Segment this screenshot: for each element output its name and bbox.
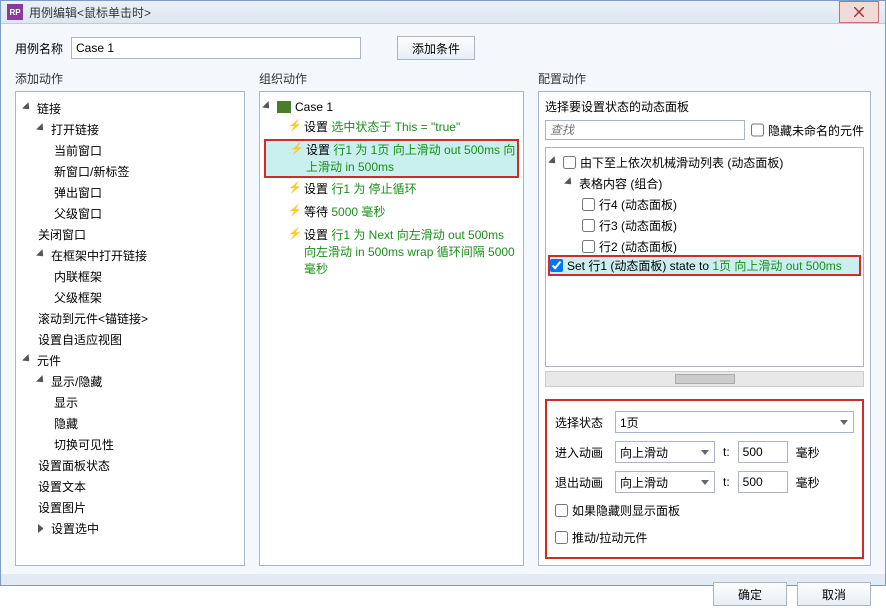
config-box: 选择状态 1页 进入动画 向上滑动 t: 毫秒 退出动 xyxy=(545,399,864,559)
tree-adaptive[interactable]: 设置自适应视图 xyxy=(20,329,240,350)
content: 用例名称 添加条件 添加动作 链接 打开链接 当前窗口 新窗口/新标签 弹出窗口… xyxy=(1,24,885,574)
select-state-label: 选择状态 xyxy=(555,414,607,431)
tree-parent-window[interactable]: 父级窗口 xyxy=(20,203,240,224)
t-label: t: xyxy=(723,445,730,459)
left-column: 添加动作 链接 打开链接 当前窗口 新窗口/新标签 弹出窗口 父级窗口 关闭窗口… xyxy=(15,70,245,566)
select-state[interactable]: 1页 xyxy=(615,411,854,433)
mid-column: 组织动作 Case 1 ⚡设置 选中状态于 This = "true" ⚡设置 … xyxy=(259,70,524,566)
left-panel: 链接 打开链接 当前窗口 新窗口/新标签 弹出窗口 父级窗口 关闭窗口 在框架中… xyxy=(15,91,245,566)
columns: 添加动作 链接 打开链接 当前窗口 新窗口/新标签 弹出窗口 父级窗口 关闭窗口… xyxy=(15,70,871,566)
enter-anim-time[interactable] xyxy=(738,441,788,463)
plist-row2[interactable]: 行2 (动态面板) xyxy=(550,236,859,257)
caret-icon xyxy=(548,156,561,169)
tree-panel-state[interactable]: 设置面板状态 xyxy=(20,455,240,476)
right-panel: 选择要设置状态的动态面板 隐藏未命名的元件 由下至上依次机械滑动列表 (动态面板… xyxy=(538,91,871,566)
close-button[interactable] xyxy=(839,1,879,23)
enter-anim-select[interactable]: 向上滑动 xyxy=(615,441,715,463)
tree-show-hide[interactable]: 显示/隐藏 xyxy=(20,371,240,392)
caret-icon xyxy=(36,249,49,262)
tree-new-window[interactable]: 新窗口/新标签 xyxy=(20,161,240,182)
caret-icon xyxy=(36,123,49,136)
tree-open-in-frame[interactable]: 在框架中打开链接 xyxy=(20,245,240,266)
mid-header: 组织动作 xyxy=(259,70,524,87)
tree-set-image[interactable]: 设置图片 xyxy=(20,497,240,518)
caret-icon xyxy=(564,177,577,190)
enter-anim-label: 进入动画 xyxy=(555,444,607,461)
ms-label: 毫秒 xyxy=(796,444,820,461)
caret-icon xyxy=(262,101,275,114)
window: RP 用例编辑<鼠标单击时> 用例名称 添加条件 添加动作 链接 打开链接 当前… xyxy=(0,0,886,586)
bolt-icon: ⚡ xyxy=(288,119,300,136)
top-row: 用例名称 添加条件 xyxy=(15,36,871,60)
case-name-input[interactable] xyxy=(71,37,361,59)
hscrollbar[interactable] xyxy=(545,371,864,387)
action-item-4[interactable]: ⚡等待 5000 毫秒 xyxy=(264,201,519,224)
caret-icon xyxy=(22,354,35,367)
tree-set-selected[interactable]: 设置选中 xyxy=(20,518,240,539)
exit-anim-select[interactable]: 向上滑动 xyxy=(615,471,715,493)
action-tree: 链接 打开链接 当前窗口 新窗口/新标签 弹出窗口 父级窗口 关闭窗口 在框架中… xyxy=(16,92,244,545)
case-icon xyxy=(277,101,291,113)
case-root[interactable]: Case 1 xyxy=(264,98,519,116)
right-header: 配置动作 xyxy=(538,70,871,87)
tree-popup[interactable]: 弹出窗口 xyxy=(20,182,240,203)
window-title: 用例编辑<鼠标单击时> xyxy=(29,4,837,21)
plist-row1[interactable]: Set 行1 (动态面板) state to 1页 向上滑动 out 500ms xyxy=(548,255,861,276)
plist-root[interactable]: 由下至上依次机械滑动列表 (动态面板) xyxy=(550,152,859,173)
bolt-icon: ⚡ xyxy=(288,181,300,198)
org-tree: Case 1 ⚡设置 选中状态于 This = "true" ⚡设置 行1 为 … xyxy=(260,92,523,286)
bolt-icon: ⚡ xyxy=(288,204,300,221)
action-item-1[interactable]: ⚡设置 选中状态于 This = "true" xyxy=(264,116,519,139)
show-if-hidden-check[interactable]: 如果隐藏则显示面板 xyxy=(555,501,680,520)
add-condition-button[interactable]: 添加条件 xyxy=(397,36,475,60)
plist-row4[interactable]: 行4 (动态面板) xyxy=(550,194,859,215)
exit-anim-time[interactable] xyxy=(738,471,788,493)
push-pull-check[interactable]: 推动/拉动元件 xyxy=(555,528,647,547)
action-item-5[interactable]: ⚡设置 行1 为 Next 向左滑动 out 500ms 向左滑动 in 500… xyxy=(264,224,519,280)
tree-parent-frame[interactable]: 父级框架 xyxy=(20,287,240,308)
tree-toggle-vis[interactable]: 切换可见性 xyxy=(20,434,240,455)
tree-show[interactable]: 显示 xyxy=(20,392,240,413)
tree-links[interactable]: 链接 xyxy=(20,98,240,119)
exit-anim-label: 退出动画 xyxy=(555,474,607,491)
case-name-label: 用例名称 xyxy=(15,40,63,57)
caret-icon xyxy=(22,102,35,115)
tree-widgets[interactable]: 元件 xyxy=(20,350,240,371)
mid-panel: Case 1 ⚡设置 选中状态于 This = "true" ⚡设置 行1 为 … xyxy=(259,91,524,566)
tree-close-window[interactable]: 关闭窗口 xyxy=(20,224,240,245)
plist-row3[interactable]: 行3 (动态面板) xyxy=(550,215,859,236)
action-item-2[interactable]: ⚡设置 行1 为 1页 向上滑动 out 500ms 向上滑动 in 500ms xyxy=(264,139,519,179)
search-input[interactable] xyxy=(545,120,745,140)
left-header: 添加动作 xyxy=(15,70,245,87)
choose-panel-label: 选择要设置状态的动态面板 xyxy=(545,98,864,115)
bolt-icon: ⚡ xyxy=(290,142,302,176)
right-column: 配置动作 选择要设置状态的动态面板 隐藏未命名的元件 由下至上依次机械滑动列表 … xyxy=(538,70,871,566)
hide-unnamed-check[interactable]: 隐藏未命名的元件 xyxy=(751,119,864,141)
plist-group[interactable]: 表格内容 (组合) xyxy=(550,173,859,194)
footer: 确定 取消 xyxy=(1,574,885,614)
tree-set-text[interactable]: 设置文本 xyxy=(20,476,240,497)
caret-icon xyxy=(36,375,49,388)
titlebar: RP 用例编辑<鼠标单击时> xyxy=(1,1,885,24)
t-label: t: xyxy=(723,475,730,489)
tree-scroll-to[interactable]: 滚动到元件<锚链接> xyxy=(20,308,240,329)
tree-current-window[interactable]: 当前窗口 xyxy=(20,140,240,161)
action-item-3[interactable]: ⚡设置 行1 为 停止循环 xyxy=(264,178,519,201)
bolt-icon: ⚡ xyxy=(288,227,300,277)
tree-open-link[interactable]: 打开链接 xyxy=(20,119,240,140)
caret-icon xyxy=(38,524,47,533)
app-icon: RP xyxy=(7,4,23,20)
tree-inline-frame[interactable]: 内联框架 xyxy=(20,266,240,287)
panel-list: 由下至上依次机械滑动列表 (动态面板) 表格内容 (组合) 行4 (动态面板) … xyxy=(545,147,864,367)
ms-label: 毫秒 xyxy=(796,474,820,491)
tree-hide[interactable]: 隐藏 xyxy=(20,413,240,434)
